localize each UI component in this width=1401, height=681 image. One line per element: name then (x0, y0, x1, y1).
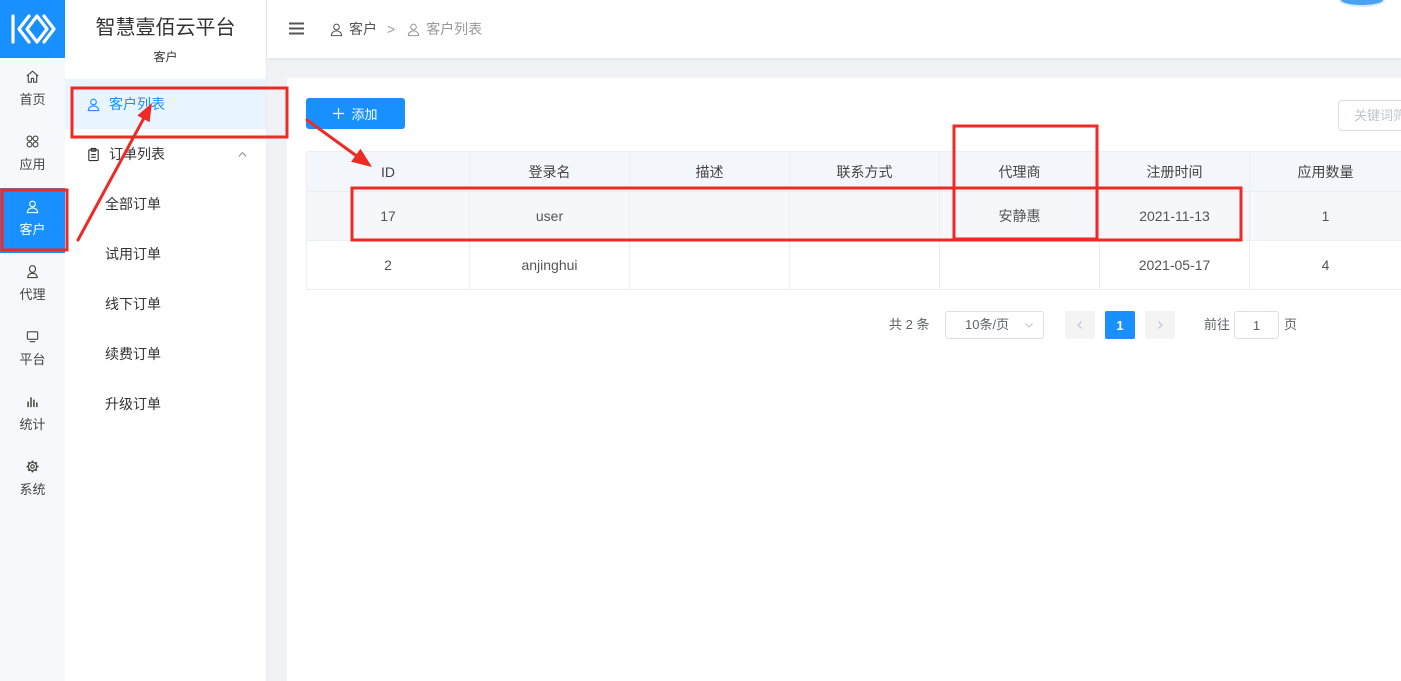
prev-page-button[interactable] (1065, 311, 1095, 339)
breadcrumb-item-customer-list: 客户列表 (406, 19, 482, 39)
menu-toggle-icon[interactable] (289, 22, 304, 35)
nav-item-stats[interactable]: 统计 (0, 383, 65, 448)
icon-sidebar: 首页 应用 客户 代理 平台 统计 系统 (0, 0, 65, 681)
top-header: 客户 > 客户列表 (267, 0, 1401, 58)
user-icon (329, 22, 344, 37)
breadcrumb-label: 客户 (349, 21, 377, 37)
menu-item-label: 订单列表 (109, 146, 165, 162)
logo[interactable] (0, 0, 65, 58)
customer-table: ID 登录名 描述 联系方式 代理商 注册时间 应用数量 17 user 安静惠… (306, 151, 1401, 290)
sub-menu: 客户列表 订单列表 全部订单 试用订单 线下订单 续费订单 升级订单 (65, 79, 266, 429)
nav-item-label: 应用 (19, 157, 46, 172)
nav-item-agent[interactable]: 代理 (0, 253, 65, 318)
table-cell-register-time: 2021-11-13 (1099, 191, 1250, 241)
apps-icon (25, 134, 40, 149)
menu-subitem-upgrade-orders[interactable]: 升级订单 (65, 379, 266, 429)
table-row[interactable]: 2 anjinghui 2021-05-17 4 (306, 240, 1401, 290)
goto-page-input[interactable] (1234, 311, 1279, 339)
table-cell-agent: 安静惠 (939, 191, 1100, 241)
column-header-register-time[interactable]: 注册时间 (1099, 151, 1250, 192)
table-cell-login-name: user (469, 191, 630, 241)
nav-item-customer[interactable]: 客户 (0, 188, 65, 253)
nav-item-label: 首页 (19, 92, 46, 107)
menu-subitem-trial-orders[interactable]: 试用订单 (65, 229, 266, 279)
menu-subitem-offline-orders[interactable]: 线下订单 (65, 279, 266, 329)
breadcrumb-label: 客户列表 (426, 21, 483, 37)
table-cell-description (629, 191, 790, 241)
page-size-select[interactable]: 10条/页 (945, 311, 1044, 339)
content-card: 添加 ID 登录名 描述 联系方式 代理商 注册时间 应用数量 (287, 78, 1401, 681)
add-button-label: 添加 (351, 107, 378, 122)
table-cell-app-count: 1 (1249, 191, 1401, 241)
column-header-description[interactable]: 描述 (629, 151, 790, 192)
table-cell-id: 17 (306, 191, 470, 241)
nav-item-home[interactable]: 首页 (0, 58, 65, 123)
table-cell-description (629, 240, 790, 290)
user-icon (406, 22, 421, 37)
chevron-left-icon (1075, 320, 1085, 330)
nav-item-system[interactable]: 系统 (0, 448, 65, 513)
breadcrumb: 客户 > 客户列表 (329, 0, 482, 58)
table-cell-register-time: 2021-05-17 (1099, 240, 1250, 290)
table-cell-app-count: 4 (1249, 240, 1401, 290)
chevron-up-icon (237, 149, 248, 160)
table-cell-id: 2 (306, 240, 470, 290)
page-size-value: 10条/页 (965, 317, 1010, 332)
nav-item-platform[interactable]: 平台 (0, 318, 65, 383)
nav-item-label: 平台 (19, 352, 46, 367)
gear-icon (25, 459, 40, 474)
nav-item-label: 统计 (19, 417, 46, 432)
logo-mark (10, 14, 56, 44)
menu-item-customer-list[interactable]: 客户列表 (65, 79, 266, 129)
monitor-icon (25, 329, 40, 344)
menu-item-label: 客户列表 (109, 96, 165, 112)
section-title: 客户 (153, 50, 178, 64)
main-content: 添加 ID 登录名 描述 联系方式 代理商 注册时间 应用数量 (267, 58, 1401, 681)
plus-icon (333, 108, 345, 119)
breadcrumb-separator: > (387, 21, 396, 37)
app-title: 智慧壹佰云平台 (95, 17, 236, 39)
column-header-contact[interactable]: 联系方式 (789, 151, 940, 192)
column-header-login-name[interactable]: 登录名 (469, 151, 630, 192)
goto-label: 前往 (1204, 317, 1231, 332)
breadcrumb-item-customer[interactable]: 客户 (329, 19, 377, 39)
nav-item-label: 客户 (19, 222, 46, 237)
table-row[interactable]: 17 user 安静惠 2021-11-13 1 (306, 191, 1401, 241)
table-cell-login-name: anjinghui (469, 240, 630, 290)
column-header-id[interactable]: ID (306, 151, 470, 192)
pagination-total: 共 2 条 (889, 317, 930, 332)
page-button-current[interactable]: 1 (1105, 311, 1135, 339)
user-icon (86, 97, 101, 112)
menu-subitem-all-orders[interactable]: 全部订单 (65, 179, 266, 229)
nav-item-label: 代理 (19, 287, 46, 302)
add-button[interactable]: 添加 (306, 98, 405, 129)
nav-item-apps[interactable]: 应用 (0, 123, 65, 188)
nav-item-label: 系统 (19, 482, 46, 497)
goto-suffix: 页 (1284, 317, 1298, 332)
table-cell-contact (789, 191, 940, 241)
table-cell-agent (939, 240, 1100, 290)
column-header-app-count[interactable]: 应用数量 (1249, 151, 1401, 192)
chevron-down-icon (1024, 320, 1034, 330)
keyword-search-input[interactable] (1338, 100, 1401, 131)
menu-subitem-renewal-orders[interactable]: 续费订单 (65, 329, 266, 379)
avatar[interactable] (1339, 0, 1385, 7)
menu-item-order-list[interactable]: 订单列表 (65, 129, 266, 179)
next-page-button[interactable] (1145, 311, 1175, 339)
column-header-agent[interactable]: 代理商 (939, 151, 1100, 192)
user-icon (25, 199, 40, 214)
home-icon (25, 69, 40, 84)
table-cell-contact (789, 240, 940, 290)
sub-sidebar: 智慧壹佰云平台 客户 客户列表 订单列表 全部订单 试用订单 线下订单 续费订单… (65, 0, 267, 681)
agent-icon (25, 264, 40, 279)
table-header-row: ID 登录名 描述 联系方式 代理商 注册时间 应用数量 (306, 151, 1401, 192)
clipboard-icon (86, 147, 101, 162)
bar-chart-icon (25, 394, 40, 409)
chevron-right-icon (1155, 320, 1165, 330)
